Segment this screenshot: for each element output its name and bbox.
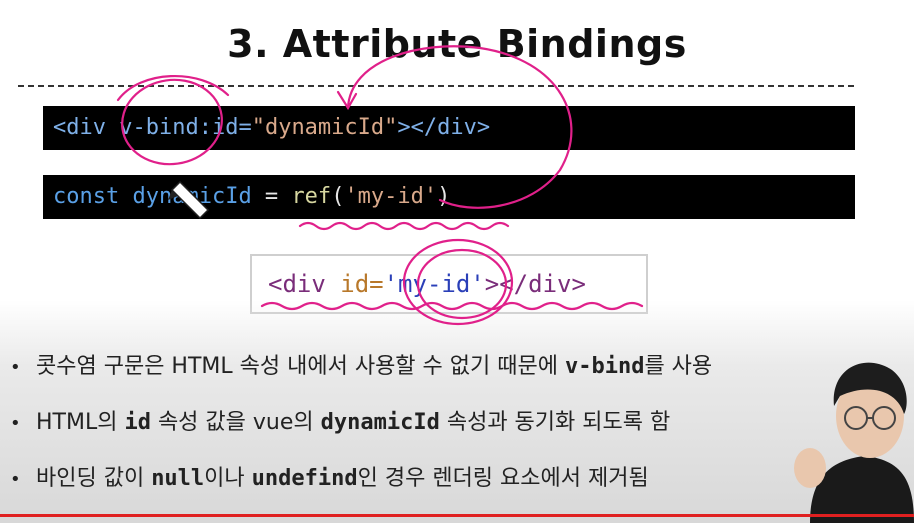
bullet-item: • 콧수염 구문은 HTML 속성 내에서 사용할 수 없기 때문에 v-bind… [10, 348, 712, 380]
code-argument: 'my-id' [344, 184, 438, 209]
bullet-text: 바인딩 값이 [36, 466, 152, 491]
bullet-code: null [151, 466, 205, 491]
bullet-text: 속성과 동기화 되도록 함 [439, 410, 671, 435]
bullet-marker: • [10, 357, 21, 378]
code-identifier: dynamicId [119, 184, 252, 209]
bullet-text: 콧수염 구문은 HTML 속성 내에서 사용할 수 없기 때문에 [36, 354, 565, 379]
title-divider [18, 85, 854, 87]
video-progress-bar[interactable] [0, 514, 914, 517]
output-close-tag: ></div> [484, 270, 586, 298]
bullet-item: • HTML의 id 속성 값을 vue의 dynamicId 속성과 동기화 되… [10, 404, 670, 436]
bullet-item: • 바인딩 값이 null이나 undefind인 경우 렌더링 요소에서 제거됨 [10, 460, 649, 492]
code-paren-open: ( [331, 184, 345, 209]
bullet-marker: • [10, 413, 21, 434]
bullet-text: 속성 값을 vue의 [150, 410, 321, 435]
bullet-code: id [124, 410, 151, 435]
code-directive: v-bind: [105, 115, 212, 140]
bullet-text: HTML의 [36, 410, 125, 435]
code-keyword: const [53, 184, 120, 209]
presenter-webcam [794, 362, 914, 523]
bullet-code: dynamicId [320, 410, 440, 435]
slide-title: 3. Attribute Bindings [227, 22, 687, 66]
code-block-script: const dynamicId = ref('my-id') [43, 175, 855, 219]
output-open-tag: <div [268, 270, 341, 298]
lecture-slide: 3. Attribute Bindings <div v-bind:id="dy… [0, 0, 914, 523]
bullet-text: 를 사용 [644, 354, 713, 379]
bullet-code: undefind [251, 466, 358, 491]
bullet-text: 인 경우 렌더링 요소에서 제거됨 [357, 466, 649, 491]
code-paren-close: ) [437, 184, 451, 209]
code-equals: = [251, 184, 292, 209]
code-block-template: <div v-bind:id="dynamicId"></div> [43, 106, 855, 150]
code-open-tag: <div [53, 115, 106, 140]
output-attr: id= [340, 270, 384, 298]
code-attr: id= [211, 115, 252, 140]
code-close-tag: ></div> [397, 115, 491, 140]
bullet-text: 이나 [204, 466, 252, 491]
code-function: ref [291, 184, 332, 209]
code-attr-value: "dynamicId" [251, 115, 398, 140]
bullet-code: v-bind [564, 354, 645, 379]
bullet-marker: • [10, 469, 21, 490]
output-value: 'my-id' [383, 270, 485, 298]
